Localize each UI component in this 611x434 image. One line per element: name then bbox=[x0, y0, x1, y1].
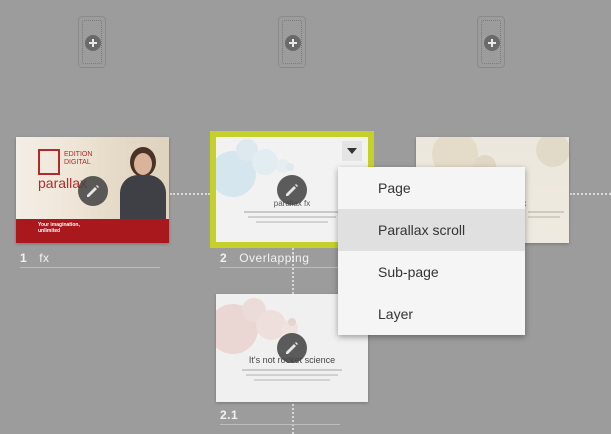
plus-icon[interactable] bbox=[484, 35, 500, 51]
brand-line-1: EDITION bbox=[64, 151, 93, 158]
text-line bbox=[242, 369, 342, 371]
add-page-slot[interactable] bbox=[278, 16, 306, 68]
plus-icon[interactable] bbox=[85, 35, 101, 51]
page-connector bbox=[170, 193, 210, 195]
bubble-decoration bbox=[286, 163, 294, 171]
text-line bbox=[246, 374, 338, 376]
edit-button[interactable] bbox=[78, 176, 108, 206]
text-line bbox=[244, 211, 340, 213]
bubble-decoration bbox=[536, 137, 569, 167]
page-number: 2 bbox=[220, 251, 228, 265]
edit-button[interactable] bbox=[277, 175, 307, 205]
page-name[interactable]: Overlapping bbox=[239, 251, 309, 265]
bubble-decoration bbox=[252, 149, 278, 175]
bubble-decoration bbox=[288, 318, 296, 326]
page-connector bbox=[570, 193, 611, 195]
page-caption: 1 fx bbox=[20, 251, 160, 268]
menu-item-sub-page[interactable]: Sub-page bbox=[338, 251, 525, 293]
red-banner: Your imagination, unlimited bbox=[16, 219, 169, 243]
tagline-2: unlimited bbox=[38, 228, 61, 234]
pencil-icon bbox=[286, 342, 298, 354]
page-type-menu: Page Parallax scroll Sub-page Layer bbox=[338, 167, 525, 335]
page-card-1[interactable]: EDITION DIGITAL parallax Your imaginatio… bbox=[16, 137, 169, 243]
text-line bbox=[528, 216, 560, 218]
brand-line-2: DIGITAL bbox=[64, 159, 91, 166]
menu-item-parallax-scroll[interactable]: Parallax scroll bbox=[338, 209, 525, 251]
pencil-icon bbox=[87, 185, 99, 197]
text-line bbox=[248, 216, 336, 218]
menu-item-layer[interactable]: Layer bbox=[338, 293, 525, 335]
add-page-slot[interactable] bbox=[78, 16, 106, 68]
plus-icon[interactable] bbox=[285, 35, 301, 51]
text-line bbox=[254, 379, 330, 381]
page-caption: 2.1 bbox=[220, 408, 340, 425]
edit-button[interactable] bbox=[277, 333, 307, 363]
add-page-slot[interactable] bbox=[477, 16, 505, 68]
page-number: 1 bbox=[20, 251, 28, 265]
triangle-down-icon bbox=[347, 148, 357, 154]
page-number: 2.1 bbox=[220, 408, 239, 422]
menu-item-page[interactable]: Page bbox=[338, 167, 525, 209]
page-type-dropdown-button[interactable] bbox=[342, 141, 362, 161]
page-name[interactable]: fx bbox=[39, 251, 49, 265]
text-line bbox=[528, 211, 564, 213]
brand-logo bbox=[38, 149, 60, 175]
pencil-icon bbox=[286, 184, 298, 196]
text-line bbox=[256, 221, 328, 223]
person-photo bbox=[114, 141, 169, 219]
page-caption: 2 Overlapping bbox=[220, 251, 340, 268]
